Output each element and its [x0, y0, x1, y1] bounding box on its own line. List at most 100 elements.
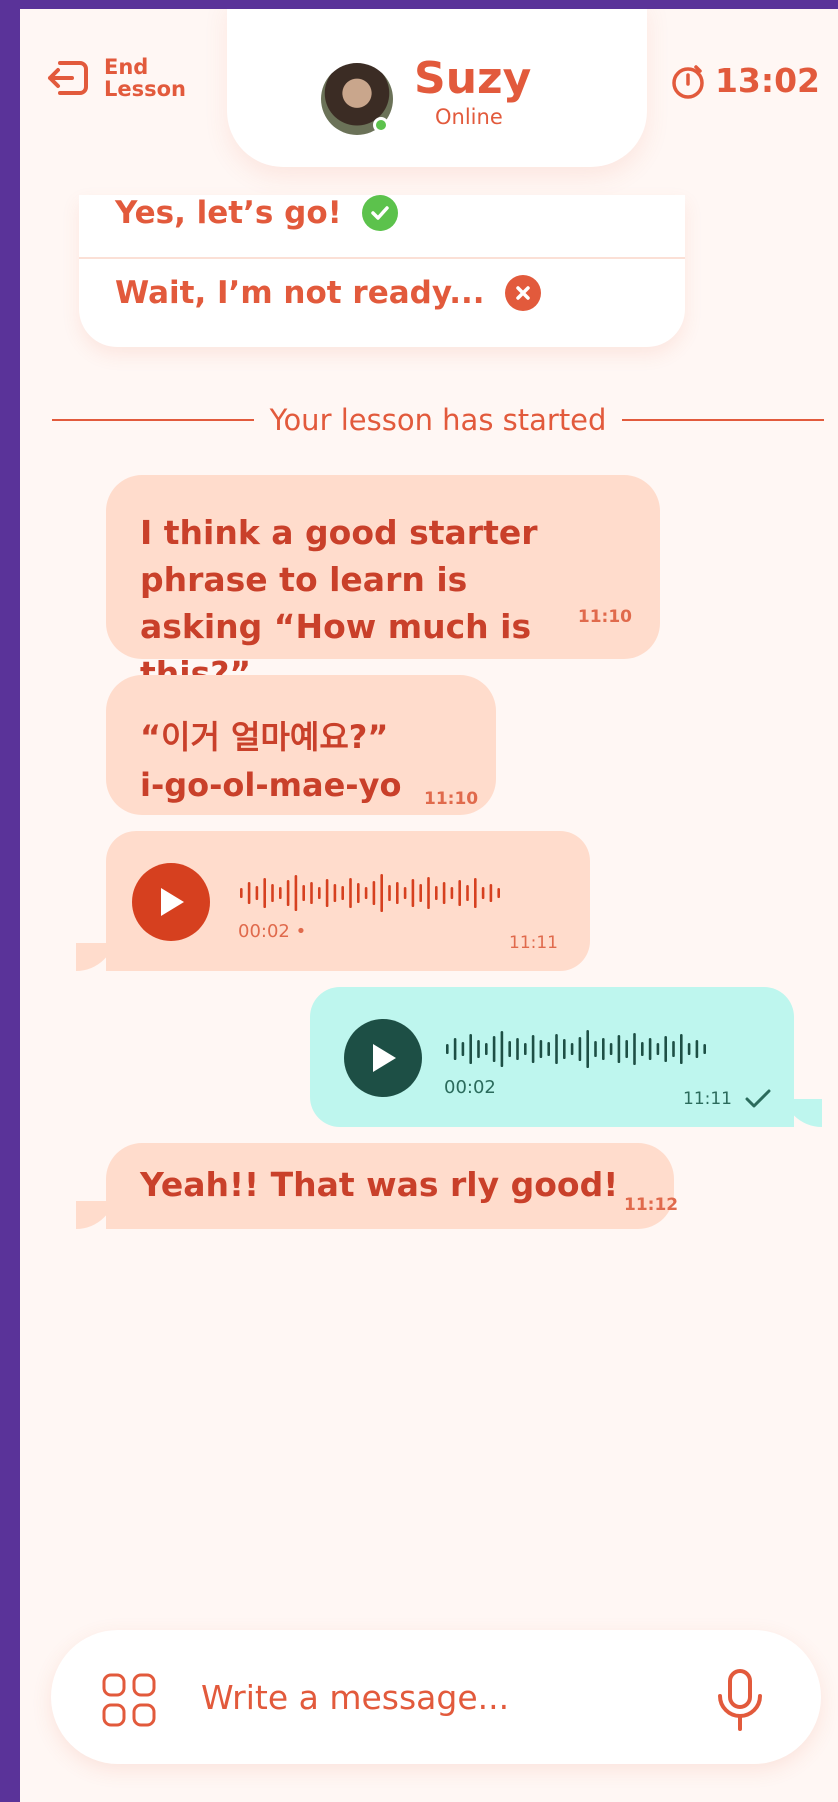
- option-no-label: Wait, I’m not ready...: [115, 275, 485, 311]
- waveform-bar: [302, 885, 305, 901]
- option-no-button[interactable]: Wait, I’m not ready...: [115, 275, 541, 311]
- option-yes-label: Yes, let’s go!: [115, 195, 342, 231]
- waveform: [240, 874, 500, 912]
- waveform-bar: [539, 1040, 543, 1058]
- lesson-started-text: Your lesson has started: [269, 403, 607, 437]
- contact-name: Suzy: [414, 53, 532, 104]
- waveform-bar: [333, 884, 337, 902]
- message-time: 11:12: [624, 1195, 679, 1215]
- waveform-bar: [372, 881, 376, 905]
- message-time: 11:10: [424, 789, 479, 809]
- bubble-tail: [76, 1201, 116, 1229]
- waveform-bar: [633, 1033, 636, 1065]
- lesson-started-divider: Your lesson has started: [52, 403, 825, 437]
- play-icon: [161, 888, 184, 916]
- timer-value: 13:02: [714, 61, 820, 100]
- profile-card[interactable]: Suzy Online: [227, 9, 647, 167]
- voice-message-incoming: 00:02 • 11:11: [76, 831, 590, 971]
- waveform-bar: [609, 1043, 613, 1055]
- lesson-timer: 13:02: [669, 61, 820, 100]
- waveform-bar: [357, 883, 360, 903]
- contact-status: Online: [435, 105, 503, 129]
- waveform-bar: [555, 1034, 558, 1064]
- waveform-bar: [500, 1031, 504, 1067]
- message-time: 11:11: [509, 933, 558, 953]
- waveform-bar: [594, 1041, 597, 1057]
- read-check-icon: [745, 1089, 771, 1108]
- message-incoming: I think a good starter phrase to learn i…: [106, 475, 660, 693]
- stopwatch-icon: [672, 64, 704, 99]
- voice-message-outgoing: 00:02 11:11: [310, 987, 822, 1127]
- waveform-bar: [263, 878, 266, 908]
- waveform-bar: [531, 1035, 535, 1063]
- waveform-bar: [403, 887, 407, 899]
- waveform-bar: [578, 1037, 582, 1061]
- waveform-bar: [563, 1039, 566, 1059]
- waveform-bar: [286, 880, 290, 906]
- waveform-bar: [703, 1044, 706, 1054]
- bubble-tail: [782, 1099, 822, 1127]
- end-lesson-button[interactable]: End Lesson: [46, 55, 187, 101]
- option-yes-button[interactable]: Yes, let’s go!: [115, 195, 398, 231]
- message-incoming: “이거 얼마예요?” i-go-ol-mae-yo 11:10: [106, 675, 496, 815]
- message-korean-text: “이거 얼마예요?”: [140, 718, 389, 756]
- waveform-bar: [458, 880, 461, 906]
- waveform-bar: [325, 879, 329, 907]
- play-icon: [373, 1044, 396, 1072]
- message-time: 11:10: [577, 607, 632, 627]
- waveform: [446, 1030, 706, 1068]
- waveform-bar: [586, 1030, 589, 1068]
- waveform-bar: [341, 886, 344, 900]
- waveform-bar: [349, 878, 352, 908]
- lesson-start-options: Yes, let’s go! Wait, I’m not ready...: [79, 195, 685, 347]
- message-incoming: Yeah!! That was rly good! 11:12: [76, 1143, 678, 1229]
- waveform-bar: [419, 884, 422, 902]
- waveform-bar: [294, 875, 298, 911]
- waveform-bar: [364, 887, 368, 899]
- waveform-bar: [427, 877, 430, 909]
- waveform-bar: [453, 1038, 457, 1060]
- waveform-bar: [641, 1042, 644, 1056]
- exit-icon: [48, 61, 88, 95]
- waveform-bar: [271, 884, 274, 902]
- waveform-bar: [388, 885, 391, 901]
- waveform-bar: [450, 887, 454, 899]
- waveform-bar: [279, 887, 282, 899]
- waveform-bar: [695, 1040, 699, 1058]
- waveform-bar: [617, 1035, 621, 1063]
- waveform-bar: [656, 1043, 660, 1055]
- waveform-bar: [411, 879, 415, 907]
- apps-grid-icon[interactable]: [101, 1672, 157, 1728]
- message-text: Yeah!! That was rly good!: [140, 1165, 619, 1204]
- waveform-bar: [489, 884, 493, 902]
- waveform-bar: [648, 1038, 652, 1060]
- waveform-bar: [664, 1036, 667, 1062]
- waveform-bar: [570, 1043, 574, 1055]
- waveform-bar: [255, 886, 259, 900]
- close-icon: [504, 275, 541, 311]
- chat-screen: End Lesson Suzy Online 13:02 Yes, let’s …: [20, 9, 838, 1802]
- message-input[interactable]: [201, 1662, 661, 1732]
- online-indicator: [373, 117, 389, 133]
- avatar: [321, 63, 393, 135]
- waveform-bar: [481, 887, 485, 899]
- waveform-bar: [524, 1043, 527, 1055]
- waveform-bar: [497, 888, 500, 898]
- waveform-bar: [247, 882, 251, 904]
- play-button[interactable]: [344, 1019, 422, 1097]
- waveform-bar: [672, 1041, 675, 1057]
- waveform-bar: [474, 878, 477, 908]
- waveform-bar: [446, 1044, 449, 1054]
- waveform-bar: [477, 1040, 480, 1058]
- checkmark-icon: [361, 195, 398, 231]
- waveform-bar: [508, 1041, 511, 1057]
- waveform-bar: [240, 888, 243, 898]
- waveform-bar: [687, 1043, 691, 1055]
- end-lesson-label: End Lesson: [104, 55, 187, 101]
- play-button[interactable]: [132, 863, 210, 941]
- message-text: I think a good starter phrase to learn i…: [140, 513, 538, 693]
- message-time: 11:11: [683, 1089, 732, 1109]
- message-composer: [51, 1630, 821, 1764]
- waveform-bar: [547, 1042, 550, 1056]
- microphone-icon[interactable]: [715, 1668, 765, 1732]
